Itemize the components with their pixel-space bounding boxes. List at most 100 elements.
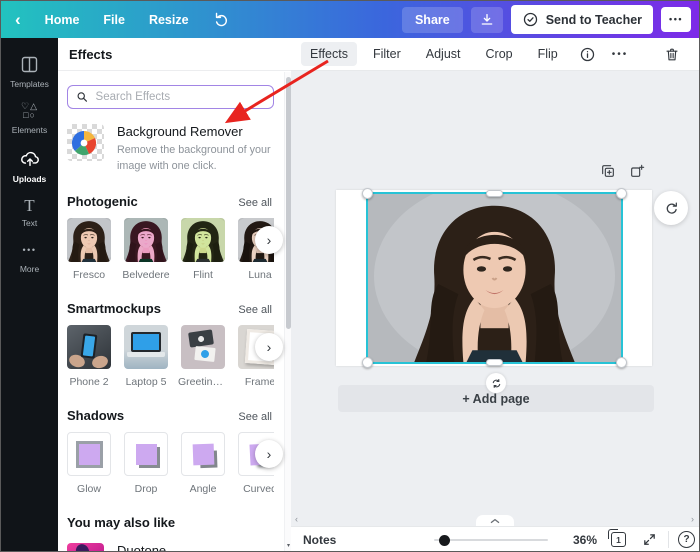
resize-handle-top-right[interactable] bbox=[616, 188, 627, 199]
add-page-button[interactable]: + Add page bbox=[338, 385, 654, 412]
expand-icon bbox=[642, 532, 657, 547]
photogenic-next-button[interactable]: › bbox=[255, 226, 283, 254]
effect-item-belvedere[interactable]: Belvedere bbox=[124, 218, 168, 281]
shadow-thumb-angle[interactable] bbox=[181, 432, 225, 476]
tab-effects[interactable]: Effects bbox=[301, 42, 357, 66]
effect-label: Belvedere bbox=[121, 269, 171, 281]
smartmockups-next-button[interactable]: › bbox=[255, 333, 283, 361]
download-button[interactable] bbox=[471, 7, 503, 33]
mockup-item-greeting-card[interactable]: Greeting card bbox=[181, 325, 225, 388]
notes-button[interactable]: Notes bbox=[303, 533, 336, 547]
trash-icon bbox=[664, 46, 680, 63]
background-remover-desc: Remove the background of your image with… bbox=[117, 142, 276, 174]
elements-icon: ♡△ □○ bbox=[21, 102, 38, 121]
shadow-item-drop[interactable]: Drop bbox=[124, 432, 168, 495]
canvas-area: + Add page ‹ › bbox=[291, 71, 699, 526]
search-effects-input[interactable] bbox=[96, 91, 265, 103]
effect-label: Luna bbox=[235, 269, 274, 281]
delete-button[interactable] bbox=[659, 46, 685, 63]
back-icon[interactable]: ‹ bbox=[15, 11, 21, 28]
page-number: 1 bbox=[616, 535, 621, 545]
shadow-thumb-drop[interactable] bbox=[124, 432, 168, 476]
background-remover-title: Background Remover bbox=[117, 124, 276, 139]
effect-thumb-belvedere[interactable] bbox=[124, 218, 168, 262]
resize-handle-bottom-right[interactable] bbox=[616, 357, 627, 368]
duotone-title: Duotone bbox=[117, 543, 276, 551]
menu-resize[interactable]: Resize bbox=[149, 13, 189, 27]
background-remover-item[interactable]: Background Remover Remove the background… bbox=[67, 124, 291, 174]
sync-spinner-icon bbox=[486, 373, 506, 393]
chevron-right-icon: › bbox=[267, 232, 272, 248]
help-button[interactable]: ? bbox=[678, 531, 695, 548]
search-effects-box[interactable] bbox=[67, 85, 274, 109]
panel-scrollbar-thumb[interactable] bbox=[286, 77, 291, 329]
section-title-smartmockups: Smartmockups bbox=[67, 301, 161, 316]
sidebar-label-uploads: Uploads bbox=[13, 174, 47, 184]
sidebar-item-more[interactable]: ••• More bbox=[1, 234, 58, 280]
menu-home[interactable]: Home bbox=[45, 13, 80, 27]
menu-file[interactable]: File bbox=[103, 13, 125, 27]
shadow-item-glow[interactable]: Glow bbox=[67, 432, 111, 495]
mockup-label: Greeting card bbox=[178, 376, 228, 388]
rotate-button[interactable] bbox=[654, 191, 688, 225]
sidebar-label-elements: Elements bbox=[12, 125, 47, 135]
tab-crop[interactable]: Crop bbox=[477, 42, 522, 66]
toolbar-more-button[interactable]: ••• bbox=[608, 49, 633, 60]
zoom-slider-thumb[interactable] bbox=[439, 535, 450, 546]
send-to-teacher-button[interactable]: Send to Teacher bbox=[511, 5, 653, 34]
resize-handle-top-middle[interactable] bbox=[486, 190, 503, 197]
effect-thumb-fresco[interactable] bbox=[67, 218, 111, 262]
effect-label: Fresco bbox=[67, 269, 114, 281]
statusbar-divider bbox=[668, 531, 669, 548]
share-label: Share bbox=[415, 13, 450, 27]
zoom-slider[interactable] bbox=[434, 539, 548, 541]
fullscreen-button[interactable] bbox=[642, 532, 657, 547]
hscroll-left-arrow[interactable]: ‹ bbox=[295, 515, 298, 524]
info-button[interactable] bbox=[574, 46, 601, 63]
mockup-item-phone2[interactable]: Phone 2 bbox=[67, 325, 111, 388]
effect-item-fresco[interactable]: Fresco bbox=[67, 218, 111, 281]
sidebar-item-text[interactable]: T Text bbox=[1, 190, 58, 234]
resize-handle-top-left[interactable] bbox=[362, 188, 373, 199]
tab-filter[interactable]: Filter bbox=[364, 42, 410, 66]
background-remover-icon bbox=[67, 124, 104, 161]
mockup-thumb-phone2[interactable] bbox=[67, 325, 111, 369]
tab-flip[interactable]: Flip bbox=[529, 42, 567, 66]
add-page-icon-button[interactable] bbox=[629, 163, 645, 179]
see-all-shadows[interactable]: See all bbox=[238, 411, 272, 423]
effect-item-flint[interactable]: Flint bbox=[181, 218, 225, 281]
tab-adjust[interactable]: Adjust bbox=[417, 42, 470, 66]
collapse-bottom-bar-tab[interactable] bbox=[476, 515, 514, 526]
sidebar-item-templates[interactable]: Templates bbox=[1, 47, 58, 95]
resize-handle-bottom-left[interactable] bbox=[362, 357, 373, 368]
hscroll-right-arrow[interactable]: › bbox=[691, 515, 694, 524]
sidebar-item-uploads[interactable]: Uploads bbox=[1, 141, 58, 190]
topbar-more-button[interactable]: ••• bbox=[661, 7, 691, 32]
shadow-thumb-glow[interactable] bbox=[67, 432, 111, 476]
selection-box bbox=[366, 192, 623, 364]
share-button[interactable]: Share bbox=[402, 7, 463, 33]
mockup-thumb-greeting-card[interactable] bbox=[181, 325, 225, 369]
shadows-next-button[interactable]: › bbox=[255, 440, 283, 468]
panel-scrollbar[interactable]: ▾ bbox=[284, 72, 291, 551]
uploads-cloud-icon bbox=[19, 148, 41, 170]
mockup-thumb-laptop5[interactable] bbox=[124, 325, 168, 369]
status-bar: Notes 36% 1 ? bbox=[291, 526, 699, 551]
design-page[interactable] bbox=[336, 190, 652, 366]
mockup-label: Frame bbox=[235, 376, 274, 388]
search-icon bbox=[76, 90, 89, 104]
undo-icon[interactable] bbox=[213, 11, 230, 28]
sidebar-item-elements[interactable]: ♡△ □○ Elements bbox=[1, 95, 58, 141]
shadow-item-angle[interactable]: Angle bbox=[181, 432, 225, 495]
shadow-label: Glow bbox=[67, 483, 114, 495]
sidebar-label-text: Text bbox=[22, 218, 38, 228]
see-all-smartmockups[interactable]: See all bbox=[238, 304, 272, 316]
sidebar-label-templates: Templates bbox=[10, 79, 49, 89]
duplicate-page-button[interactable] bbox=[600, 163, 616, 179]
page-indicator-button[interactable]: 1 bbox=[611, 532, 626, 547]
effect-thumb-flint[interactable] bbox=[181, 218, 225, 262]
resize-handle-bottom-middle[interactable] bbox=[486, 359, 503, 366]
mockup-item-laptop5[interactable]: Laptop 5 bbox=[124, 325, 168, 388]
see-all-photogenic[interactable]: See all bbox=[238, 197, 272, 209]
duotone-item[interactable]: Duotone Apply a two-color palette to you… bbox=[67, 543, 291, 551]
